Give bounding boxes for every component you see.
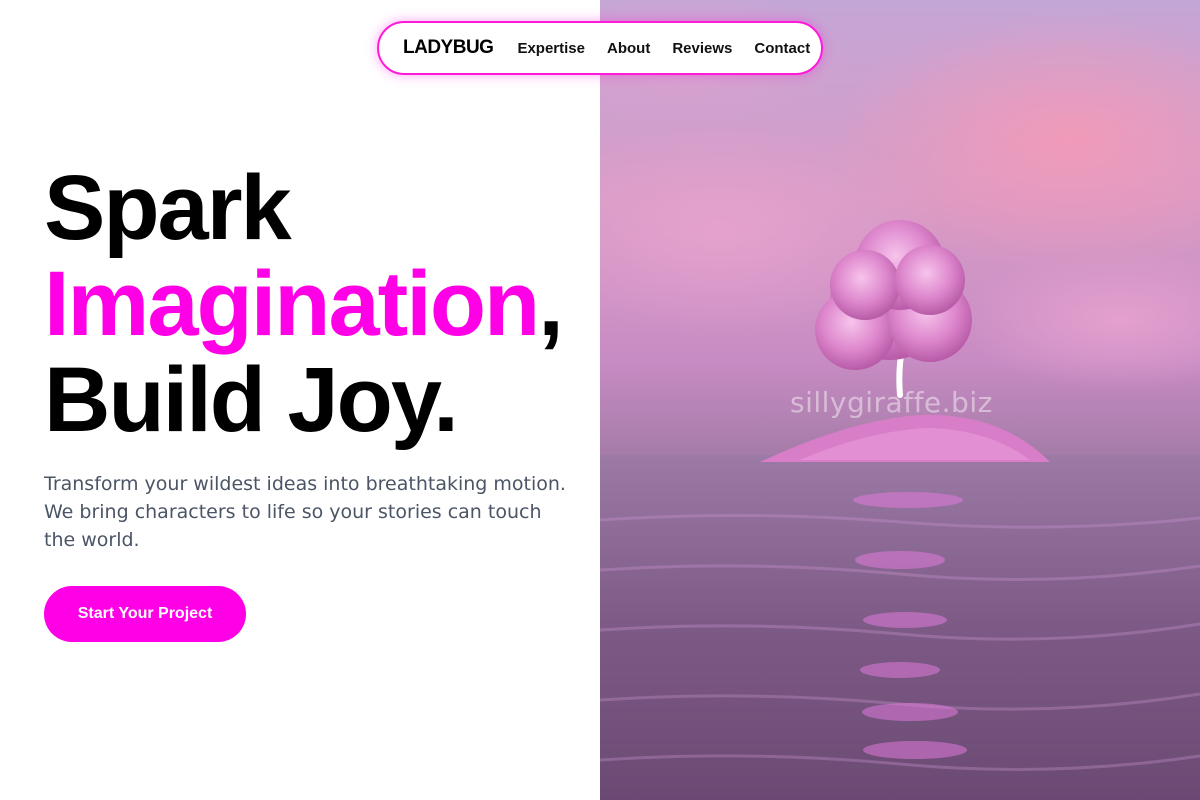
headline-line-3: Build Joy. bbox=[44, 349, 459, 451]
headline-comma: , bbox=[538, 253, 564, 355]
nav-link-contact[interactable]: Contact bbox=[754, 40, 810, 57]
hero-headline: Spark Imagination, Build Joy. bbox=[44, 160, 684, 448]
hero-subtitle: Transform your wildest ideas into breath… bbox=[44, 473, 566, 551]
nav-link-about[interactable]: About bbox=[607, 40, 650, 57]
hero-image: sillygiraffe.biz bbox=[600, 0, 1200, 800]
brand-logo[interactable]: LADYBUG bbox=[403, 37, 494, 59]
watermark-text: sillygiraffe.biz bbox=[790, 386, 993, 419]
headline-line-1: Spark bbox=[44, 157, 292, 259]
nav-link-expertise[interactable]: Expertise bbox=[517, 40, 585, 57]
start-project-button[interactable]: Start Your Project bbox=[44, 586, 246, 642]
headline-line-2: Imagination, bbox=[44, 256, 684, 352]
nav-link-reviews[interactable]: Reviews bbox=[672, 40, 732, 57]
top-nav: LADYBUG Expertise About Reviews Contact bbox=[377, 21, 823, 75]
headline-accent-word: Imagination bbox=[44, 253, 540, 355]
